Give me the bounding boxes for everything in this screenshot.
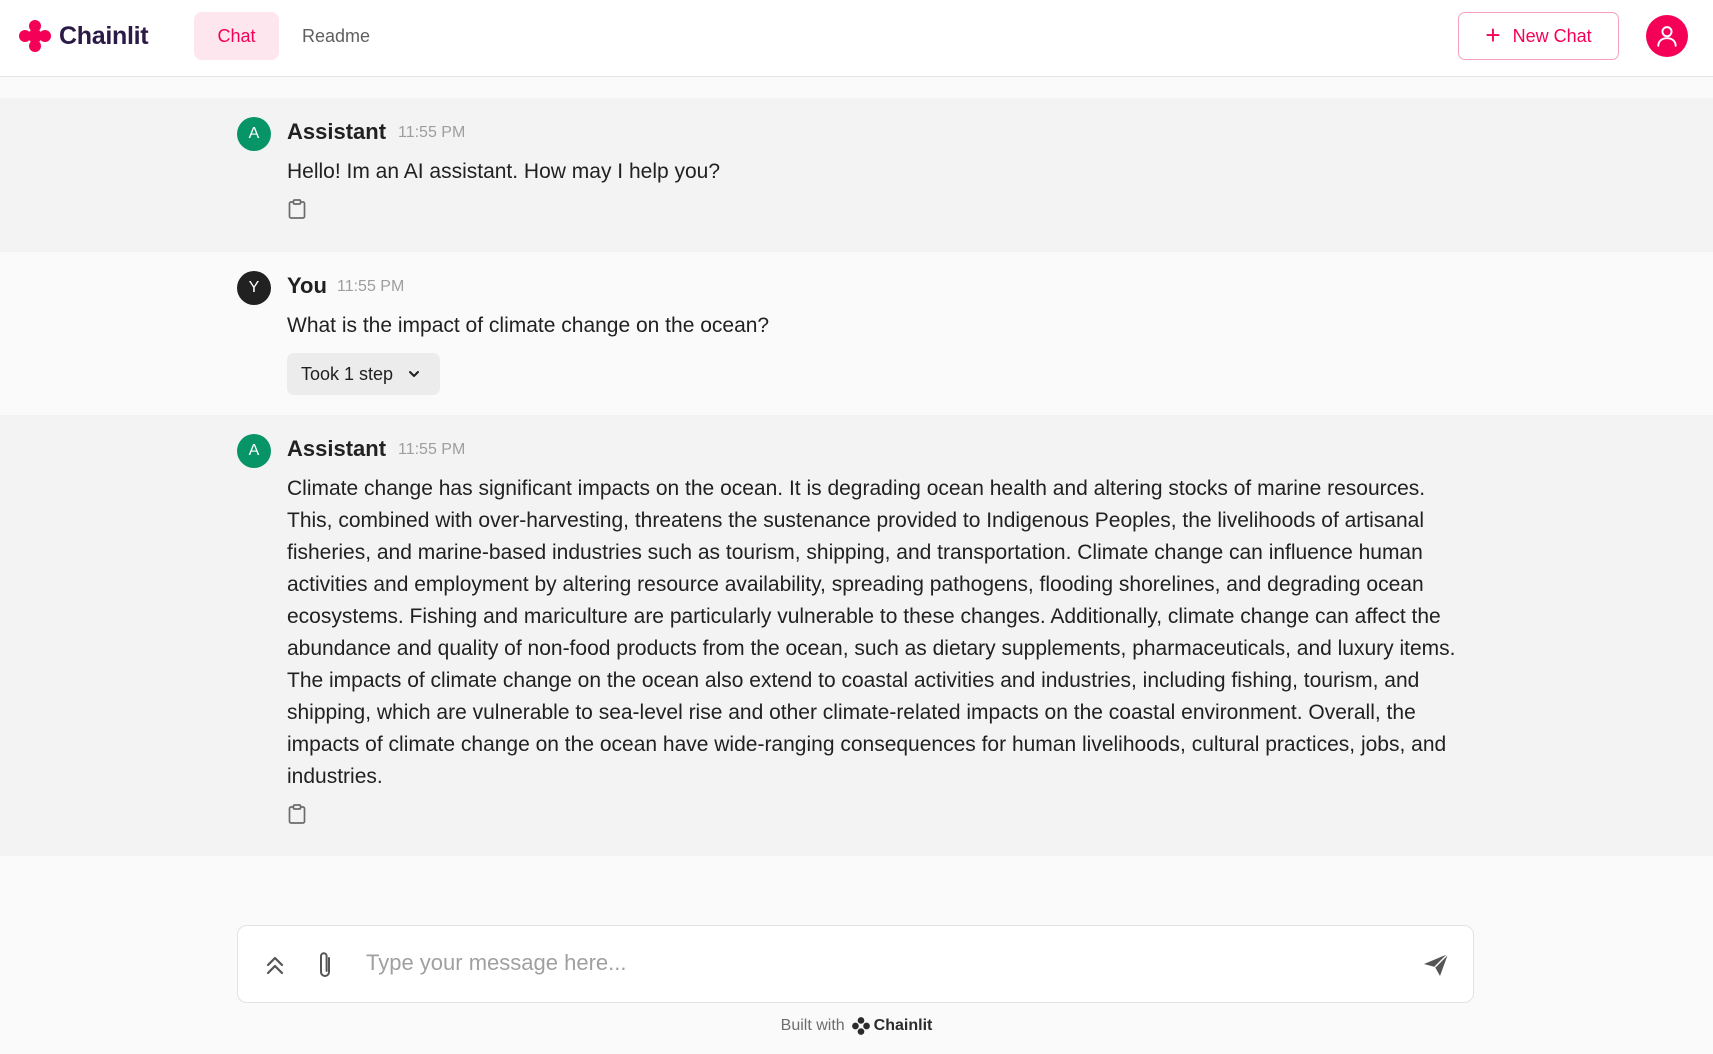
message-user: Y You 11:55 PM What is the impact of cli… [0,252,1713,415]
logo-text: Chainlit [59,21,149,50]
send-button[interactable] [1421,951,1451,979]
settings-toggle-button[interactable] [262,952,288,978]
message-assistant-greeting: A Assistant 11:55 PM Hello! Im an AI ass… [0,98,1713,252]
user-menu-button[interactable] [1646,15,1688,57]
steps-label: Took 1 step [301,363,394,384]
copy-icon[interactable] [287,198,307,220]
message-input[interactable]: Type your message here... [366,950,626,976]
message-content: Climate change has significant impacts o… [287,477,1456,788]
tab-readme[interactable]: Readme [290,12,382,60]
footer-brand-text: Chainlit [873,1017,933,1034]
copy-icon[interactable] [287,803,307,825]
attach-file-button[interactable] [314,950,336,980]
send-icon [1424,953,1449,976]
built-with-label: Built with [780,1017,845,1034]
avatar: Y [237,271,271,305]
app-logo[interactable]: Chainlit [17,18,149,54]
top-bar: Chainlit Chat Readme + New Chat [0,0,1713,77]
avatar: A [237,117,271,151]
message-content: What is the impact of climate change on … [287,314,770,337]
avatar: A [237,434,271,468]
paperclip-icon [320,952,330,977]
user-icon [1657,26,1677,47]
message-assistant-answer: A Assistant 11:55 PM Climate change has … [0,415,1713,856]
message-composer: Type your message here... [237,925,1474,1003]
message-author: Assistant [287,436,387,461]
new-chat-button[interactable]: + New Chat [1458,12,1619,60]
chainlit-logo-icon [851,1017,870,1035]
message-author: Assistant [287,119,387,144]
tab-chat[interactable]: Chat [194,12,279,60]
message-time: 11:55 PM [398,124,466,141]
footer-brand-link[interactable]: Chainlit [851,1016,933,1036]
steps-toggle[interactable]: Took 1 step [287,353,440,395]
message-time: 11:55 PM [398,441,466,458]
footer: Built with Chainlit [0,1014,1713,1038]
chevron-down-icon [409,371,420,377]
double-chevron-up-icon [266,956,284,975]
message-content: Hello! Im an AI assistant. How may I hel… [287,160,721,183]
plus-icon: + [1485,20,1501,50]
message-time: 11:55 PM [337,278,405,295]
message-author: You [287,273,327,298]
chainlit-logo-icon [19,20,51,52]
new-chat-label: New Chat [1512,25,1592,46]
